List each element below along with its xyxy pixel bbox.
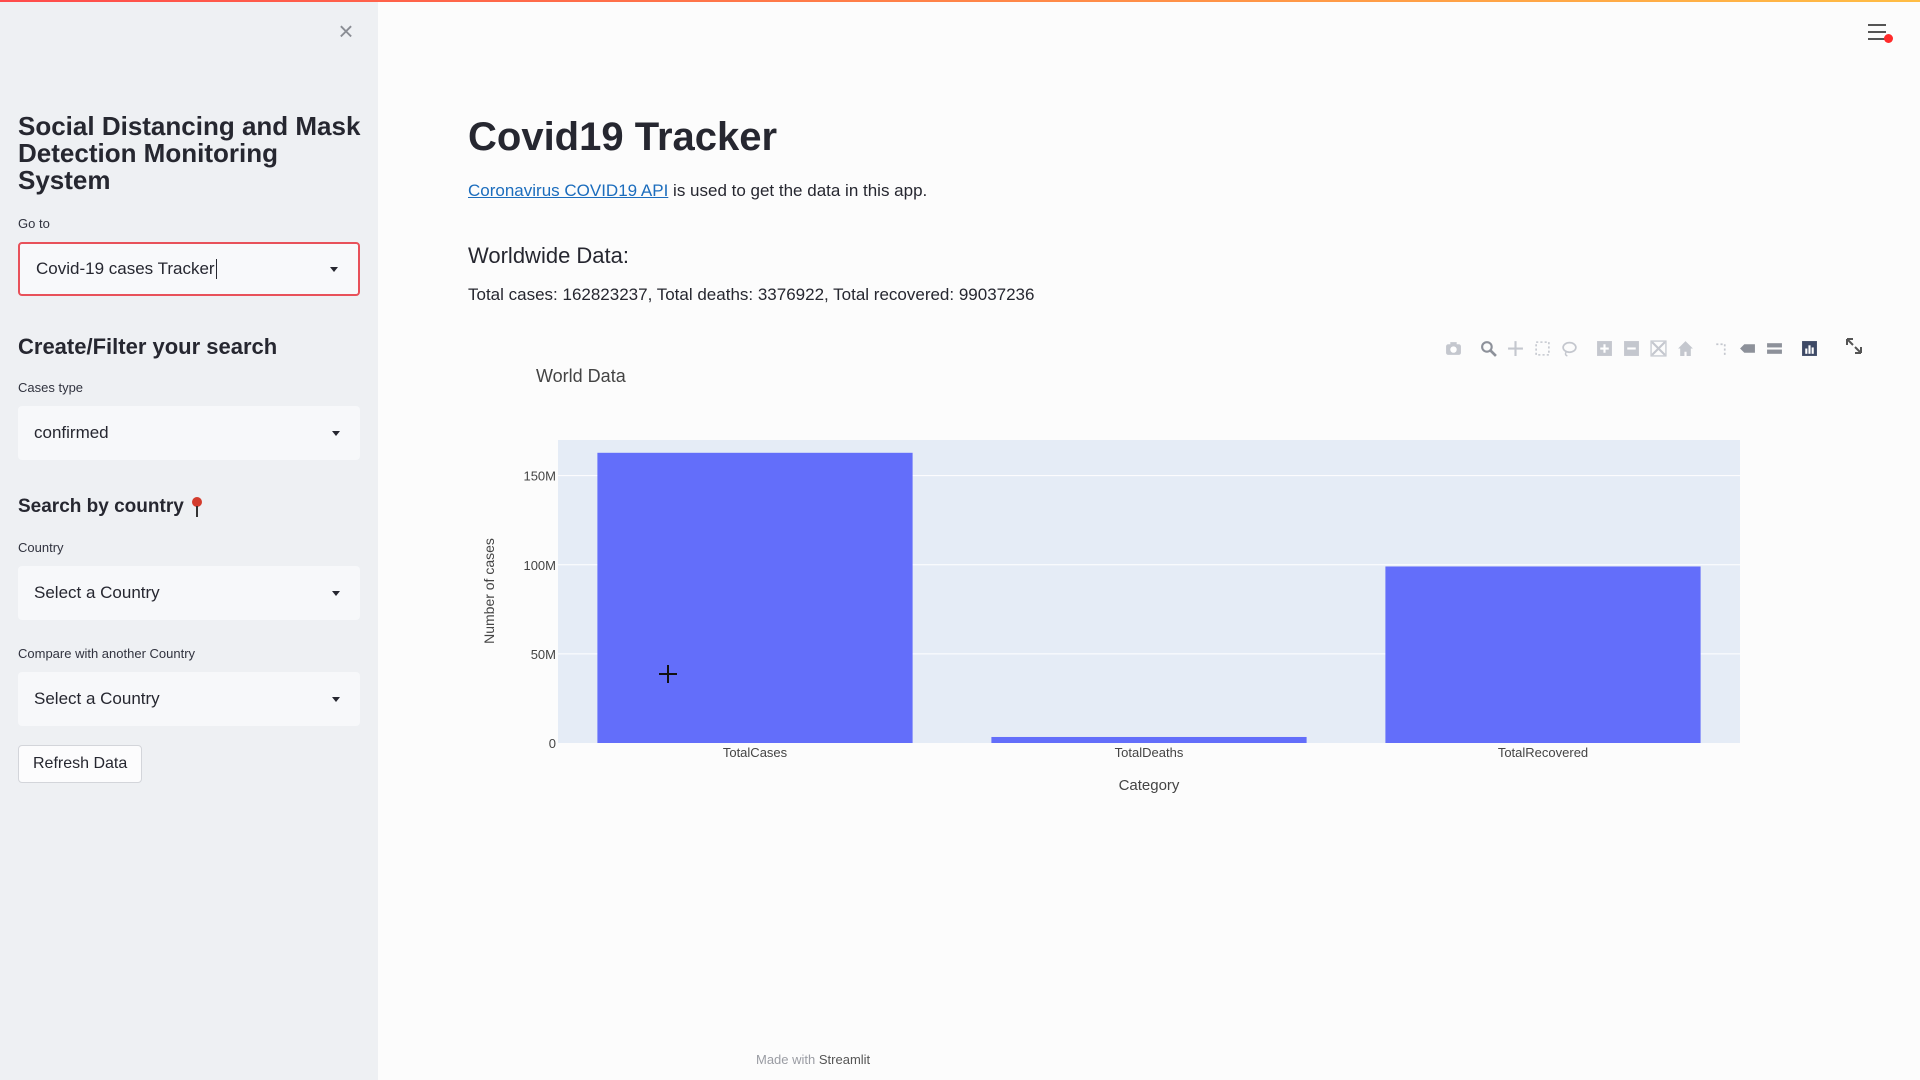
cases-type-value: confirmed	[34, 423, 109, 442]
page-title: Covid19 Tracker	[468, 115, 778, 159]
search-country-heading: Search by country	[18, 496, 204, 518]
reset-axes-icon[interactable]	[1672, 336, 1699, 360]
spike-lines-icon[interactable]	[1707, 336, 1734, 360]
search-country-heading-text: Search by country	[18, 496, 184, 517]
hover-compare-icon[interactable]	[1761, 336, 1788, 360]
text-cursor	[215, 259, 217, 279]
country-select-value: Select a Country	[34, 583, 160, 602]
cases-type-label: Cases type	[18, 380, 84, 395]
chart-modebar	[1440, 336, 1823, 360]
footer-brand[interactable]: Streamlit	[819, 1052, 870, 1067]
goto-select-value: Covid-19 cases Tracker	[36, 259, 215, 278]
x-axis-label: Category	[1119, 777, 1180, 794]
country-label: Country	[18, 540, 64, 555]
plotly-logo-icon[interactable]	[1796, 336, 1823, 360]
x-tick-label: TotalDeaths	[1115, 745, 1184, 760]
bar-totalcases[interactable]	[597, 452, 913, 743]
pan-icon[interactable]	[1502, 336, 1529, 360]
x-tick-label: TotalCases	[723, 745, 788, 760]
sidebar-title: Social Distancing and Mask Detection Mon…	[18, 111, 361, 195]
worldwide-stats: Total cases: 162823237, Total deaths: 33…	[468, 285, 1035, 304]
compare-country-label: Compare with another Country	[18, 646, 196, 661]
zoom-out-icon[interactable]	[1618, 336, 1645, 360]
top-decoration-bar	[0, 0, 1920, 2]
sidebar: × Social Distancing and Mask Detection M…	[0, 0, 378, 1080]
chart-title: World Data	[536, 366, 627, 386]
compare-country-select[interactable]: Select a Country	[18, 672, 360, 726]
filter-heading: Create/Filter your search	[18, 334, 278, 359]
bar-totalrecovered[interactable]	[1385, 566, 1701, 743]
notification-dot	[1884, 34, 1893, 43]
footer-prefix: Made with	[756, 1052, 819, 1067]
y-tick-label: 0	[549, 736, 556, 751]
goto-select[interactable]: Covid-19 cases Tracker	[18, 242, 360, 296]
zoom-icon[interactable]	[1475, 336, 1502, 360]
goto-label: Go to	[18, 216, 50, 231]
hamburger-menu-icon[interactable]	[1868, 24, 1893, 44]
compare-country-value: Select a Country	[34, 689, 160, 708]
intro-rest: is used to get the data in this app.	[668, 181, 928, 200]
footer: Made with Streamlit	[756, 1052, 870, 1067]
worldwide-heading: Worldwide Data:	[468, 243, 629, 268]
crosshair-cursor-icon	[659, 665, 677, 683]
y-tick-label: 100M	[523, 558, 556, 573]
y-tick-label: 50M	[531, 647, 556, 662]
chevron-down-icon	[332, 431, 340, 436]
chevron-down-icon	[332, 591, 340, 596]
autoscale-icon[interactable]	[1645, 336, 1672, 360]
pushpin-icon	[191, 497, 202, 517]
chevron-down-icon	[332, 697, 340, 702]
api-link[interactable]: Coronavirus COVID19 API	[468, 181, 668, 200]
x-tick-label: TotalRecovered	[1498, 745, 1588, 760]
lasso-select-icon[interactable]	[1556, 336, 1583, 360]
plot-area	[558, 440, 1740, 743]
zoom-in-icon[interactable]	[1591, 336, 1618, 360]
fullscreen-expand-icon[interactable]	[1844, 336, 1864, 356]
bar-totaldeaths[interactable]	[991, 736, 1307, 743]
hover-closest-icon[interactable]	[1734, 336, 1761, 360]
camera-icon[interactable]	[1440, 336, 1467, 360]
box-select-icon[interactable]	[1529, 336, 1556, 360]
refresh-data-button[interactable]: Refresh Data	[18, 745, 143, 783]
close-sidebar-icon[interactable]: ×	[333, 18, 359, 44]
y-axis-label: Number of cases	[481, 538, 497, 644]
country-select[interactable]: Select a Country	[18, 566, 360, 620]
intro-text: Coronavirus COVID19 API is used to get t…	[468, 181, 927, 201]
y-tick-label: 150M	[523, 469, 556, 484]
cases-type-select[interactable]: confirmed	[18, 406, 360, 460]
chevron-down-icon	[330, 267, 338, 272]
